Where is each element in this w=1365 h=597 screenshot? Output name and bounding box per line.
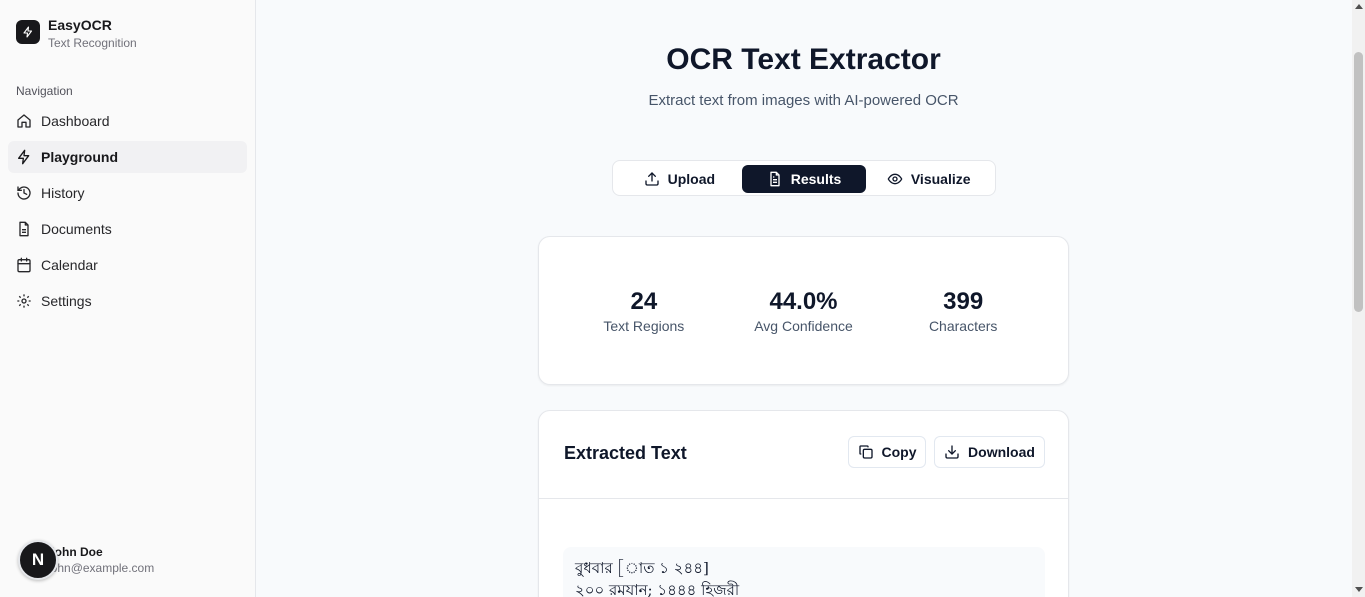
- sidebar-item-playground[interactable]: Playground: [8, 141, 247, 173]
- sidebar: EasyOCR Text Recognition Navigation Dash…: [0, 0, 256, 597]
- stat-label: Characters: [928, 317, 998, 334]
- scroll-up-arrow-icon[interactable]: [1355, 4, 1363, 9]
- view-tabs: Upload Results Visualize: [612, 160, 996, 196]
- brand-subtitle: Text Recognition: [48, 36, 137, 50]
- extracted-text-header: Extracted Text Copy Download: [539, 411, 1068, 499]
- avatar-initial: N: [31, 550, 45, 569]
- file-text-icon: [770, 171, 780, 187]
- home-icon: [17, 114, 31, 128]
- tab-label: Results: [790, 171, 842, 187]
- document-icon: [19, 221, 29, 237]
- user-name: John Doe: [48, 545, 103, 559]
- sidebar-item-documents[interactable]: Documents: [8, 213, 247, 245]
- eye-icon: [887, 173, 903, 185]
- sidebar-item-label: Dashboard: [41, 113, 110, 129]
- brand[interactable]: EasyOCR Text Recognition: [16, 16, 137, 52]
- sidebar-item-label: Settings: [41, 293, 92, 309]
- tab-results[interactable]: Results: [741, 165, 867, 193]
- history-icon: [17, 186, 31, 200]
- tab-visualize[interactable]: Visualize: [866, 165, 991, 193]
- sidebar-item-history[interactable]: History: [8, 177, 247, 209]
- stat-label: Text Regions: [603, 317, 685, 334]
- stat-label: Avg Confidence: [754, 317, 853, 334]
- nav-section-label: Navigation: [16, 84, 73, 98]
- stat-text-regions: 24 Text Regions: [564, 287, 724, 335]
- calendar-icon: [17, 257, 31, 273]
- sidebar-item-settings[interactable]: Settings: [8, 285, 247, 317]
- extracted-text-line: ২০০ রমযান; ১৪৪৪ হিজরী: [575, 581, 740, 597]
- stat-value: 44.0%: [769, 287, 838, 315]
- tab-label: Visualize: [910, 171, 971, 187]
- sidebar-item-label: Calendar: [41, 257, 98, 273]
- bolt-icon: [18, 149, 30, 165]
- scrollbar-thumb[interactable]: [1354, 52, 1363, 312]
- sidebar-item-label: History: [41, 185, 85, 201]
- scrollbar[interactable]: [1352, 0, 1365, 597]
- extracted-text-title: Extracted Text: [564, 443, 687, 463]
- sidebar-nav: Dashboard Playground History Documents C…: [8, 105, 247, 321]
- gear-icon: [17, 294, 31, 308]
- copy-button[interactable]: Copy: [848, 436, 926, 468]
- brand-name: EasyOCR: [48, 17, 112, 33]
- user-email: john@example.com: [48, 561, 155, 575]
- stat-characters: 399 Characters: [883, 287, 1043, 335]
- page-title: OCR Text Extractor: [666, 43, 941, 76]
- stat-avg-confidence: 44.0% Avg Confidence: [724, 287, 884, 335]
- extracted-text-content[interactable]: বুধবার [াত ১ ২৪৪] ২০০ রমযান; ১৪৪৪ হিজরী: [563, 547, 1045, 597]
- user-profile[interactable]: N John Doe john@example.com: [18, 540, 154, 580]
- download-button[interactable]: Download: [934, 436, 1045, 468]
- tab-label: Upload: [667, 171, 716, 187]
- scroll-down-arrow-icon[interactable]: [1355, 587, 1363, 592]
- copy-icon: [858, 445, 873, 459]
- stat-value: 399: [943, 287, 984, 315]
- bolt-icon: [16, 20, 40, 44]
- stat-value: 24: [630, 287, 658, 315]
- download-icon: [945, 445, 959, 459]
- sidebar-item-label: Documents: [41, 221, 112, 237]
- sidebar-item-calendar[interactable]: Calendar: [8, 249, 247, 281]
- download-label: Download: [968, 444, 1035, 460]
- copy-label: Copy: [881, 444, 917, 460]
- extracted-text-card: Extracted Text Copy Download বুধবার [াত …: [538, 410, 1069, 597]
- extracted-text-line: বুধবার [াত ১ ২৪৪]: [575, 559, 709, 577]
- tab-upload[interactable]: Upload: [617, 165, 742, 193]
- stats-card: 24 Text Regions 44.0% Avg Confidence 399…: [538, 236, 1069, 385]
- sidebar-item-dashboard[interactable]: Dashboard: [8, 105, 247, 137]
- avatar[interactable]: N: [18, 540, 58, 580]
- page-subtitle: Extract text from images with AI-powered…: [648, 92, 959, 109]
- sidebar-item-label: Playground: [41, 149, 119, 165]
- upload-icon: [644, 172, 659, 186]
